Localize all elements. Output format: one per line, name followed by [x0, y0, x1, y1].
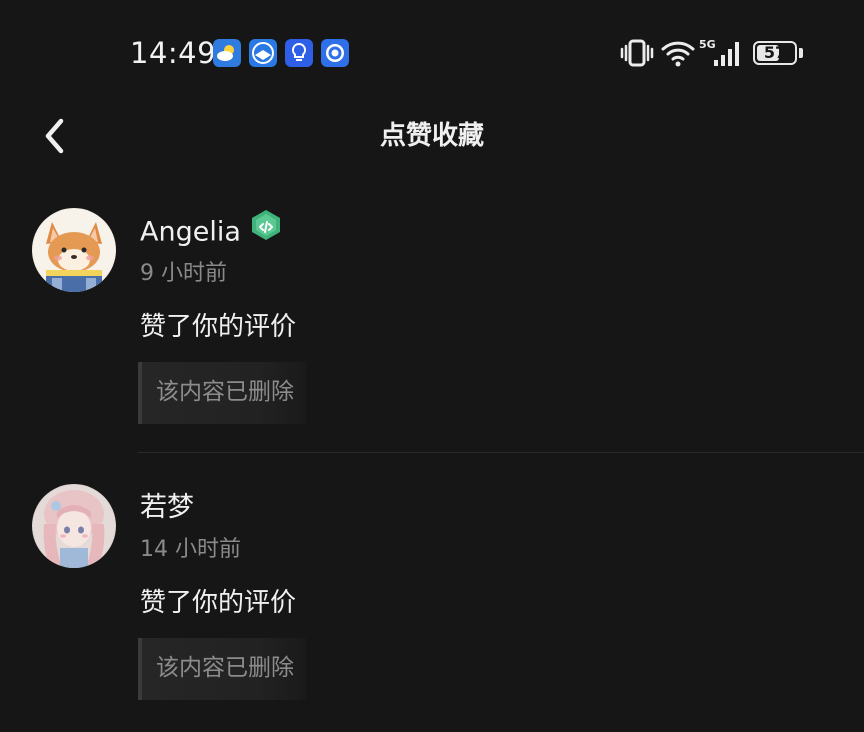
vibrate-icon — [620, 38, 654, 72]
user-name-row[interactable]: Angelia — [140, 210, 283, 254]
battery-icon: 57 — [753, 41, 797, 65]
page-title: 点赞收藏 — [379, 121, 484, 151]
avatar[interactable] — [32, 484, 116, 568]
user-name[interactable]: Angelia — [140, 217, 241, 248]
user-name[interactable]: 若梦 — [140, 488, 194, 528]
quoted-review[interactable]: 该内容已删除 — [138, 362, 306, 424]
quoted-review[interactable]: 该内容已删除 — [138, 638, 306, 700]
status-time: 14:49 — [130, 36, 217, 70]
battery-cap — [799, 48, 803, 58]
signal-icon — [712, 38, 744, 72]
app-circle-icon — [321, 39, 349, 67]
verified-badge-icon — [249, 208, 283, 254]
wifi-icon — [660, 38, 696, 72]
status-bar: 14:49 5G 57 — [0, 0, 864, 108]
weather-icon — [213, 39, 241, 67]
action-text: 赞了你的评价 — [140, 588, 297, 618]
lightbulb-icon — [285, 39, 313, 67]
browser-icon — [249, 39, 277, 67]
quoted-content: 该内容已删除 — [156, 655, 294, 681]
timestamp: 14 小时前 — [140, 537, 241, 562]
timestamp: 9 小时前 — [140, 261, 227, 286]
quoted-content: 该内容已删除 — [156, 379, 294, 405]
action-text: 赞了你的评价 — [140, 312, 297, 342]
avatar[interactable] — [32, 208, 116, 292]
divider — [138, 452, 864, 453]
battery-level: 57 — [763, 43, 787, 62]
